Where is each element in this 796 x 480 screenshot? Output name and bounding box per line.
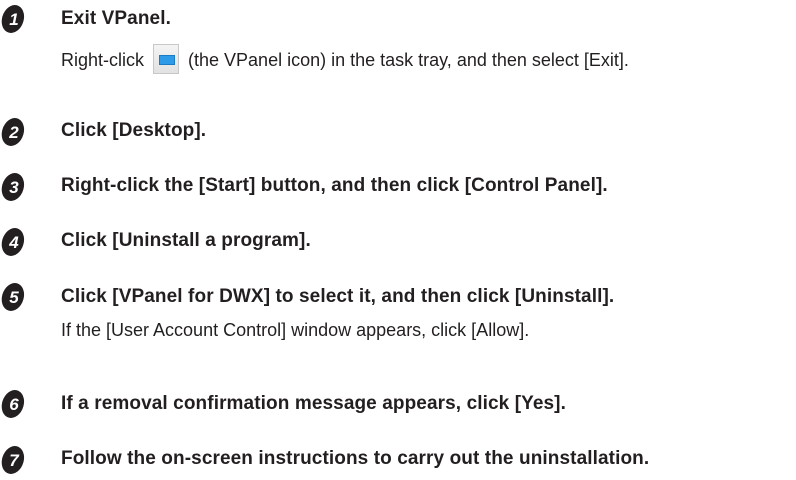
step-note: If the [User Account Control] window app… [61, 320, 530, 340]
step-note-text: Right-click [61, 49, 150, 70]
step-title: If a removal confirmation message appear… [61, 393, 566, 414]
step-number: 2 [8, 123, 19, 142]
step-note-text: (the VPanel icon) in the task tray, and … [183, 49, 629, 70]
step-title: Click [VPanel for DWX] to select it, and… [61, 286, 615, 307]
step-number: 1 [9, 10, 18, 29]
step-title: Exit VPanel. [61, 8, 171, 29]
step-number-badge: 1 [0, 4, 26, 34]
step-number: 7 [9, 451, 20, 470]
step-number: 4 [8, 233, 19, 252]
step-title: Click [Desktop]. [61, 120, 207, 141]
step-number: 6 [9, 395, 19, 414]
step-note: Right-click (the VPanel icon) in the tas… [61, 44, 629, 76]
step-number-badge: 7 [0, 445, 26, 475]
step-title: Follow the on-screen instructions to car… [61, 448, 650, 469]
step-number-badge: 5 [0, 282, 26, 312]
step-number: 3 [9, 178, 19, 197]
step-number-badge: 6 [0, 389, 26, 419]
step-title: Right-click the [Start] button, and then… [61, 175, 608, 196]
step-number-badge: 4 [0, 227, 26, 257]
vpanel-icon [153, 44, 180, 74]
step-number-badge: 2 [0, 117, 26, 147]
step-number: 5 [9, 288, 19, 307]
step-number-badge: 3 [0, 172, 26, 202]
step-title: Click [Uninstall a program]. [61, 230, 311, 251]
